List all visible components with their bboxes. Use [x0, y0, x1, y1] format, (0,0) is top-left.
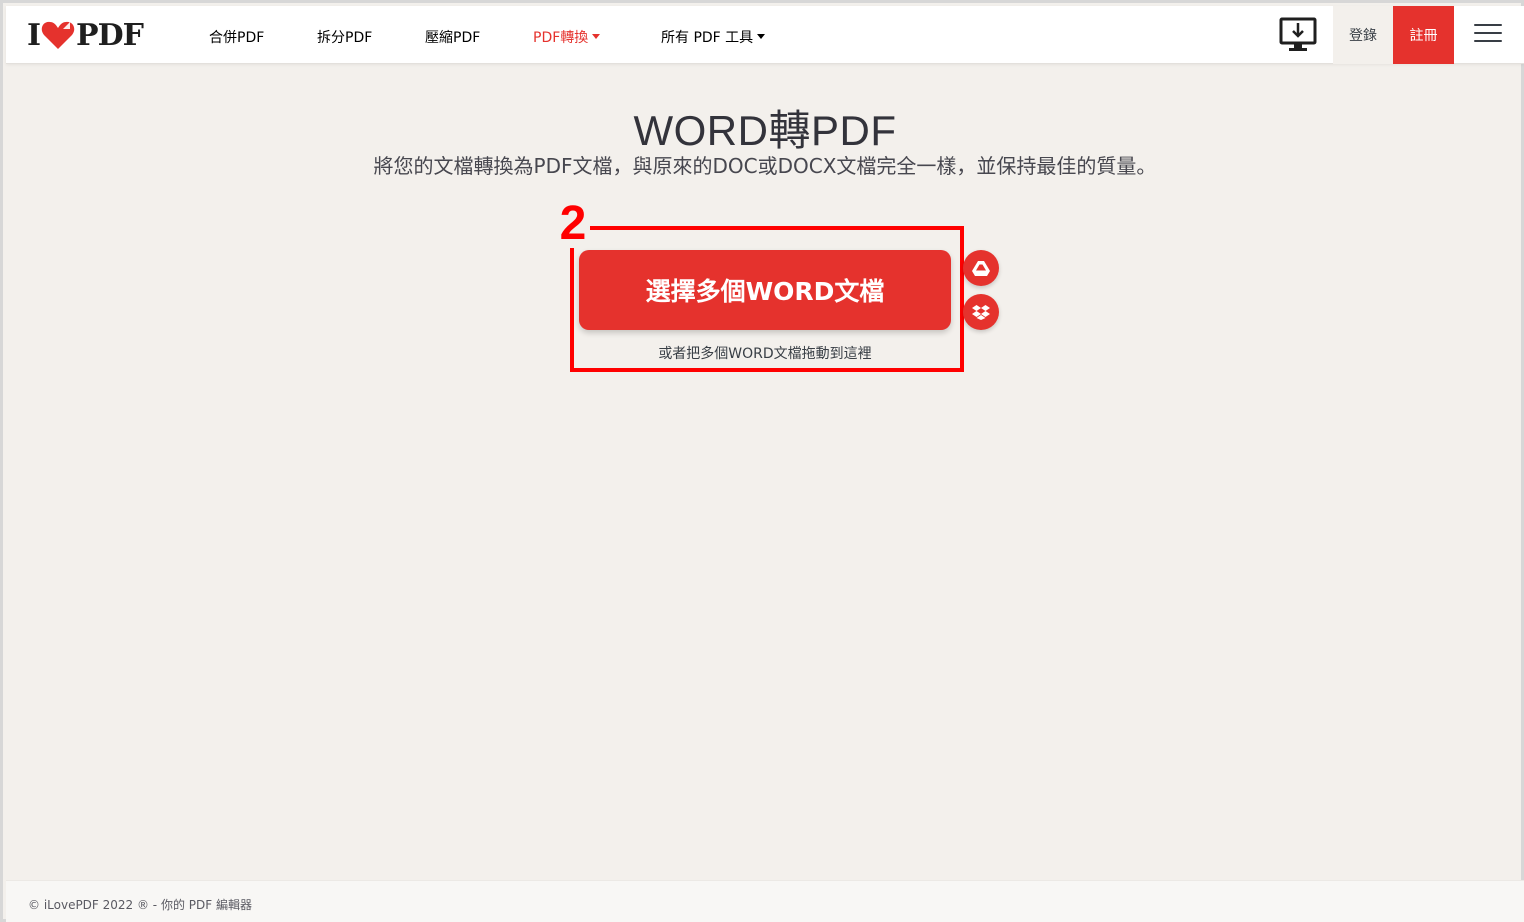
nav-merge-pdf[interactable]: 合併PDF [209, 27, 264, 47]
heart-icon [41, 21, 75, 49]
menu-line [1474, 32, 1502, 34]
caret-down-icon [757, 33, 766, 39]
nav-split-pdf[interactable]: 拆分PDF [317, 27, 372, 47]
login-button[interactable]: 登錄 [1333, 6, 1393, 64]
page-title: WORD轉PDF [633, 107, 897, 154]
page-frame: I PDF 合併PDF 拆分PDF 壓縮PDF PDF轉換 所有 PDF 工具 [0, 0, 1524, 922]
nav-all-tools-dropdown[interactable]: 所有 PDF 工具 [661, 27, 766, 47]
google-drive-icon [972, 261, 990, 276]
caret-down-icon [592, 33, 601, 39]
logo-text-pdf: PDF [76, 17, 144, 53]
nav-convert-pdf-label: PDF轉換 [533, 30, 589, 46]
dropbox-button[interactable] [963, 294, 999, 330]
login-label: 登錄 [1349, 28, 1377, 44]
menu-line [1474, 40, 1502, 42]
drag-drop-hint: 或者把多個WORD文檔拖動到這裡 [658, 346, 872, 362]
logo-letter-i: I [27, 17, 41, 53]
nav-split-pdf-label: 拆分PDF [317, 30, 373, 46]
nav-merge-pdf-label: 合併PDF [209, 30, 265, 46]
menu-line [1474, 24, 1502, 26]
signup-label: 註冊 [1409, 28, 1438, 44]
desktop-download-icon [1279, 17, 1317, 51]
select-word-files-label: 選擇多個WORD文檔 [645, 277, 885, 306]
select-word-files-button[interactable]: 選擇多個WORD文檔 [579, 250, 951, 330]
page-footer: © iLovePDF 2022 ® - 你的 PDF 編輯器 [6, 880, 1524, 922]
google-drive-button[interactable] [963, 250, 999, 286]
nav-convert-pdf-dropdown[interactable]: PDF轉換 [533, 27, 601, 47]
hamburger-menu-icon[interactable] [1474, 24, 1502, 46]
desktop-app-button[interactable] [1279, 17, 1317, 53]
dropbox-icon [972, 305, 990, 320]
annotation-step-number: 2 [556, 200, 590, 248]
ilovepdf-logo[interactable]: I PDF [27, 17, 144, 53]
nav-compress-pdf-label: 壓縮PDF [425, 30, 481, 46]
nav-all-tools-label: 所有 PDF 工具 [661, 30, 754, 46]
footer-copyright: © iLovePDF 2022 ® - 你的 PDF 編輯器 [28, 898, 252, 912]
top-navigation-bar: I PDF 合併PDF 拆分PDF 壓縮PDF PDF轉換 所有 PDF 工具 [6, 6, 1524, 64]
page-subtitle: 將您的文檔轉換為PDF文檔，與原來的DOC或DOCX文檔完全一樣，並保持最佳的質… [373, 154, 1157, 178]
nav-compress-pdf[interactable]: 壓縮PDF [425, 27, 480, 47]
signup-button[interactable]: 註冊 [1393, 6, 1454, 64]
